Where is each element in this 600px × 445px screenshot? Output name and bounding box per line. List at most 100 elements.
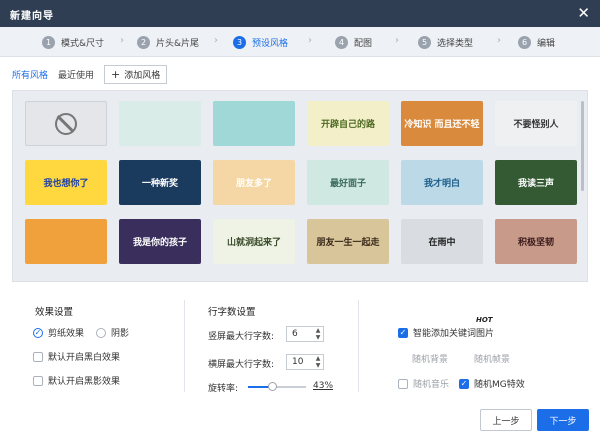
random-music-checkbox[interactable]: 随机音乐 (398, 377, 449, 390)
style-thumb-text: 在雨中 (428, 238, 456, 248)
step-label: 选择类型 (437, 39, 474, 49)
style-tabs: 所有风格 最近使用 + 添加风格 (12, 64, 168, 84)
stepper-arrows[interactable]: ▲ ▼ (313, 355, 323, 369)
style-gallery[interactable]: 开辟自己的路 冷知识 而且还不轻 不要怪别人我也想你了 一种新奖 朋友多了 最好面子 我才明… (12, 90, 588, 282)
random-mg-label: 随机MG特效 (474, 380, 525, 390)
style-thumb[interactable]: 在雨中 (401, 219, 483, 264)
style-thumb[interactable] (119, 101, 201, 146)
shadow-radio[interactable]: 阴影 (96, 326, 129, 339)
portrait-max-value[interactable]: 6 (287, 329, 313, 339)
style-thumb[interactable]: 我也想你了 (25, 160, 107, 205)
stepper-arrows[interactable]: ▲ ▼ (313, 327, 323, 341)
style-thumb[interactable]: 山就洞起来了 (213, 219, 295, 264)
step-label: 片头&片尾 (156, 39, 200, 49)
style-thumb-text: 山就洞起来了 (226, 238, 281, 248)
style-thumb-text: 冷知识 而且还不轻 (404, 120, 480, 130)
shadow-label: 阴影 (111, 329, 130, 339)
chevron-up-icon[interactable]: ▲ (316, 327, 321, 334)
random-frame-option: 随机帧景 (474, 355, 511, 365)
random-background-option: 随机背景 (412, 355, 449, 365)
style-thumb[interactable]: 不要怪别人 (495, 101, 577, 146)
step-preset-style[interactable]: 3 预设风格 (233, 35, 288, 50)
step-number: 6 (518, 36, 531, 49)
plus-icon: + (111, 67, 121, 81)
step-number: 1 (42, 36, 55, 49)
style-thumb-text: 我才明白 (423, 179, 460, 189)
chevron-right-icon: › (395, 35, 399, 46)
smart-keyword-images-checkbox[interactable]: ✓ 智能添加关键词图片 (398, 326, 494, 339)
style-thumb[interactable]: 一种新奖 (119, 160, 201, 205)
paper-cut-label: 剪纸效果 (48, 329, 85, 339)
style-thumb[interactable]: 我是你的孩子 (119, 219, 201, 264)
tab-all-styles[interactable]: 所有风格 (12, 68, 48, 81)
radio-check-icon (33, 327, 43, 338)
step-edit[interactable]: 6 编辑 (518, 35, 555, 50)
chevron-up-icon[interactable]: ▲ (316, 355, 321, 362)
step-number: 5 (418, 36, 431, 49)
style-thumb-text: 积极坚韧 (517, 238, 554, 248)
chevron-right-icon: › (497, 35, 501, 46)
title-bar: 新建向导 ✕ (0, 0, 600, 27)
ban-icon (55, 112, 77, 135)
checkbox-icon (33, 375, 43, 386)
black-shadow-checkbox[interactable]: 默认开启黑影效果 (33, 374, 120, 387)
style-thumb[interactable]: 我才明白 (401, 160, 483, 205)
checkbox-checked-icon: ✓ (459, 378, 469, 389)
close-icon[interactable]: ✕ (577, 4, 590, 22)
gallery-scrollbar[interactable] (581, 101, 584, 191)
add-style-button[interactable]: + 添加风格 (104, 64, 168, 84)
style-thumb[interactable] (25, 219, 107, 264)
step-number: 2 (137, 36, 150, 49)
rotation-slider-handle[interactable] (268, 382, 278, 391)
step-intro-outro[interactable]: 2 片头&片尾 (137, 35, 199, 50)
random-mg-checkbox[interactable]: ✓ 随机MG特效 (459, 377, 525, 390)
checkbox-checked-icon: ✓ (398, 327, 408, 338)
portrait-max-stepper[interactable]: 6 ▲ ▼ (286, 326, 324, 342)
style-thumb-none[interactable] (25, 101, 107, 146)
hot-badge: HOT (476, 316, 493, 324)
next-button[interactable]: 下一步 (537, 409, 589, 431)
landscape-max-label: 横屏最大行字数: (208, 360, 275, 370)
step-images[interactable]: 4 配图 (335, 35, 372, 50)
step-number: 4 (335, 36, 348, 49)
style-thumb-text: 我是你的孩子 (132, 238, 187, 248)
white-effect-checkbox[interactable]: 默认开启黑白效果 (33, 350, 120, 363)
style-thumb-text: 我读三声 (517, 179, 554, 189)
paper-cut-radio[interactable]: 剪纸效果 (33, 326, 84, 339)
style-thumb[interactable]: 积极坚韧 (495, 219, 577, 264)
style-thumb[interactable]: 朋友多了 (213, 160, 295, 205)
rotation-value: 43% (313, 381, 334, 391)
wizard-steps: 1 模式&尺寸 › 2 片头&片尾 › 3 预设风格 › 4 配图 › 5 选择… (0, 27, 600, 57)
chevron-right-icon: › (214, 35, 218, 46)
style-thumb-text: 不要怪别人 (513, 120, 559, 130)
step-mode-size[interactable]: 1 模式&尺寸 (42, 35, 104, 50)
style-thumb-text: 我也想你了 (43, 179, 89, 189)
style-thumb-text: 开辟自己的路 (320, 120, 375, 130)
effects-title: 效果设置 (35, 307, 74, 318)
style-thumb[interactable]: 开辟自己的路 (307, 101, 389, 146)
style-thumb[interactable]: 我读三声 (495, 160, 577, 205)
step-label: 配图 (354, 39, 373, 49)
style-thumb-text: 一种新奖 (141, 179, 178, 189)
line-settings-title: 行字数设置 (208, 307, 256, 318)
style-thumb[interactable]: 最好面子 (307, 160, 389, 205)
step-number: 3 (233, 36, 246, 49)
style-thumb-text: 朋友多了 (235, 179, 272, 189)
radio-icon (96, 327, 106, 338)
window-title: 新建向导 (10, 11, 54, 22)
smart-keyword-images-label: 智能添加关键词图片 (413, 329, 495, 339)
style-thumb[interactable] (213, 101, 295, 146)
step-label: 预设风格 (252, 39, 289, 49)
landscape-max-stepper[interactable]: 10 ▲ ▼ (286, 354, 324, 370)
tab-recent[interactable]: 最近使用 (58, 68, 94, 81)
style-thumb[interactable]: 冷知识 而且还不轻 (401, 101, 483, 146)
section-divider (358, 300, 359, 392)
landscape-max-value[interactable]: 10 (287, 357, 313, 367)
chevron-down-icon[interactable]: ▼ (316, 334, 321, 341)
style-thumb[interactable]: 朋友一生一起走 (307, 219, 389, 264)
prev-button[interactable]: 上一步 (480, 409, 532, 431)
chevron-right-icon: › (120, 35, 124, 46)
step-select-type[interactable]: 5 选择类型 (418, 35, 473, 50)
chevron-down-icon[interactable]: ▼ (316, 362, 321, 369)
white-effect-label: 默认开启黑白效果 (48, 353, 121, 363)
